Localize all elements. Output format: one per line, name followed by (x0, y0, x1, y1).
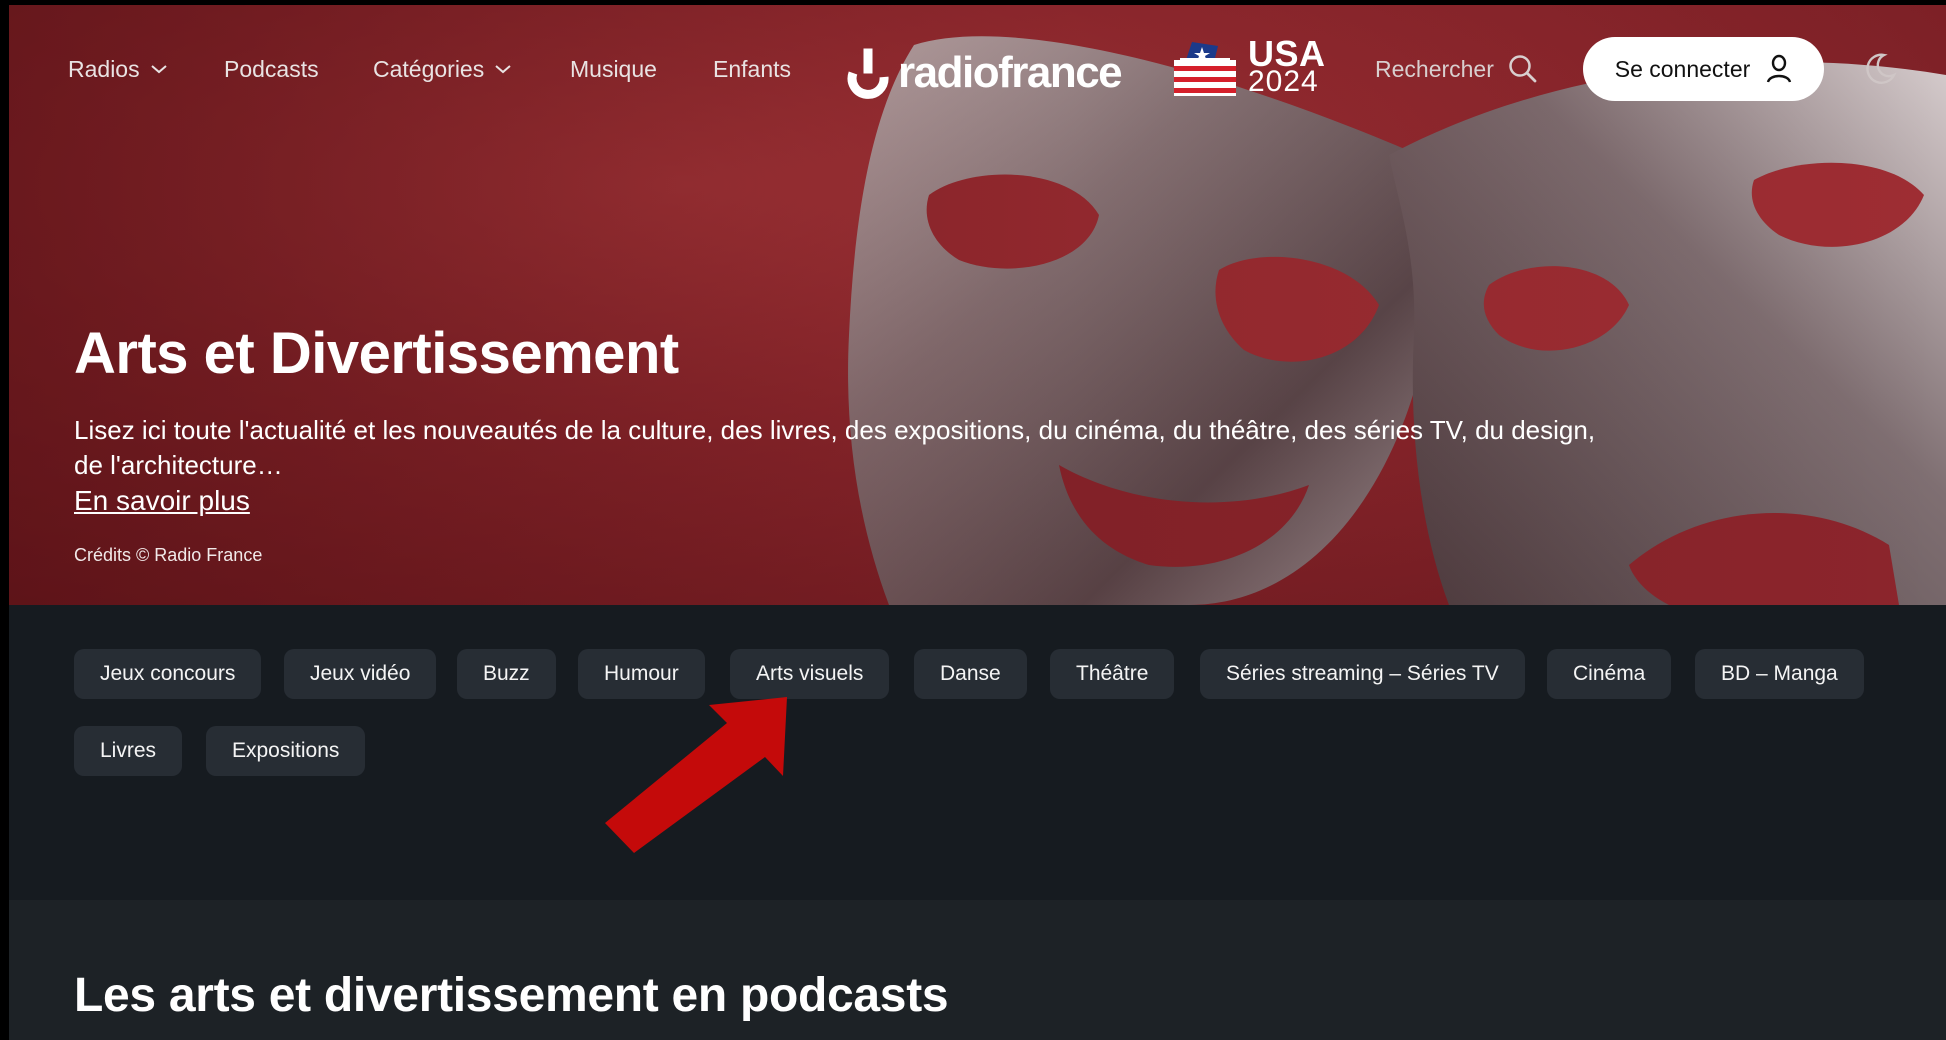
nav-kids-link[interactable]: Enfants (713, 55, 791, 83)
nav-categories-label: Catégories (373, 56, 485, 82)
nav-music-label: Musique (570, 56, 657, 82)
logo-text: radiofrance (898, 48, 1123, 97)
usa-year: 2024 (1248, 65, 1319, 98)
hero-description: Lisez ici toute l'actualité et les nouve… (74, 415, 1596, 480)
chevron-down-icon (150, 65, 167, 74)
tag-series-streaming[interactable]: Séries streaming – Séries TV (1200, 649, 1525, 699)
nav-radios-label: Radios (68, 56, 140, 82)
tag-bd-manga[interactable]: BD – Manga (1695, 649, 1864, 699)
nav-categories-dropdown[interactable]: Catégories (373, 55, 512, 83)
radiofrance-logo[interactable]: radiofrance (844, 43, 1123, 103)
hero-banner: Radios Podcasts Catégories Musique Enfan… (9, 5, 1946, 605)
nav-music-link[interactable]: Musique (570, 55, 657, 83)
search-button[interactable]: Rechercher (1375, 54, 1538, 84)
nav-podcasts-link[interactable]: Podcasts (224, 55, 319, 83)
user-icon (1767, 54, 1792, 83)
tag-theatre[interactable]: Théâtre (1050, 649, 1175, 699)
tag-buzz[interactable]: Buzz (457, 649, 556, 699)
nav-kids-label: Enfants (713, 56, 791, 82)
section-title: Les arts et divertissement en podcasts (74, 969, 949, 1022)
search-icon (1509, 55, 1537, 83)
podcasts-section: Les arts et divertissement en podcasts (9, 900, 1946, 1040)
ballot-box-flag-icon (1174, 42, 1236, 96)
category-tags: Jeux concours Jeux vidéo Buzz Humour Art… (9, 605, 1946, 900)
radiofrance-mark-icon (847, 48, 889, 99)
top-navigation: Radios Podcasts Catégories Musique Enfan… (9, 5, 1946, 135)
page-title: Arts et Divertissement (74, 321, 679, 386)
tag-expositions[interactable]: Expositions (206, 726, 366, 776)
tag-danse[interactable]: Danse (914, 649, 1027, 699)
learn-more-link[interactable]: En savoir plus (74, 485, 250, 517)
chevron-down-icon (495, 65, 511, 74)
tag-cinema[interactable]: Cinéma (1547, 649, 1672, 699)
search-label: Rechercher (1375, 55, 1494, 82)
nav-podcasts-label: Podcasts (224, 56, 319, 82)
page: Radios Podcasts Catégories Musique Enfan… (9, 5, 1946, 1040)
usa-title: USA (1248, 33, 1326, 74)
image-credits: Crédits © Radio France (74, 545, 263, 565)
tag-arts-visuels[interactable]: Arts visuels (730, 649, 890, 699)
tag-livres[interactable]: Livres (74, 726, 183, 776)
tag-humour[interactable]: Humour (578, 649, 705, 699)
tag-jeux-concours[interactable]: Jeux concours (74, 649, 262, 699)
tag-jeux-video[interactable]: Jeux vidéo (284, 649, 437, 699)
login-button[interactable]: Se connecter (1583, 37, 1824, 101)
dark-mode-toggle-moon-icon[interactable] (1862, 51, 1898, 87)
login-label: Se connecter (1614, 55, 1751, 82)
nav-radios-dropdown[interactable]: Radios (68, 55, 168, 83)
usa-2024-link[interactable]: USA 2024 (1172, 35, 1326, 101)
